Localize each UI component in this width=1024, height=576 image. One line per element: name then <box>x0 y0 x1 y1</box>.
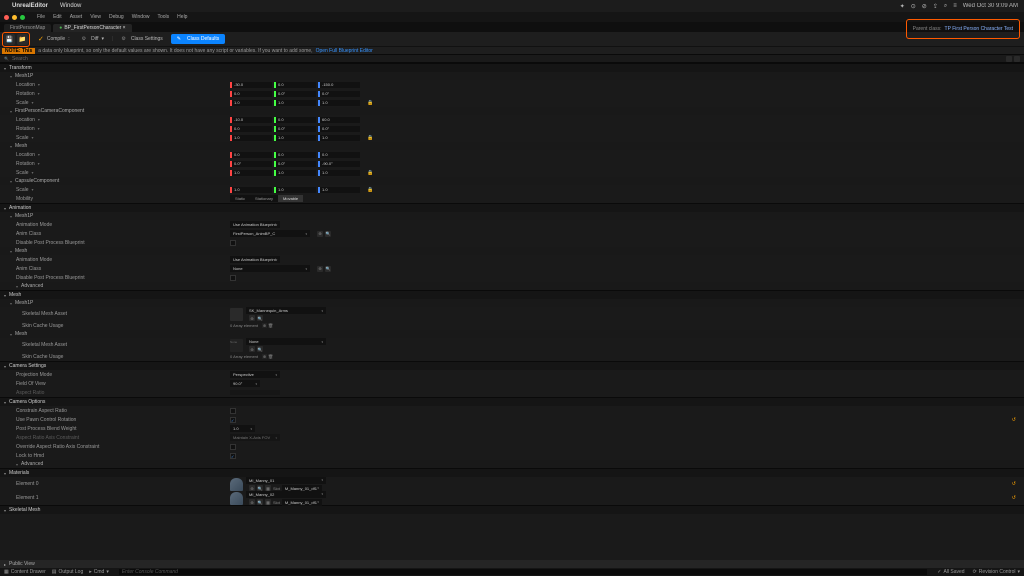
cmd-button[interactable]: ▸ Cmd ▾ <box>89 569 109 575</box>
reset-icon[interactable]: ↺ <box>1012 495 1016 501</box>
status-icon[interactable]: ✦ <box>900 3 905 10</box>
mesh-mesh[interactable]: Mesh <box>0 330 1024 338</box>
clear-icon[interactable]: 🗑 <box>268 323 273 328</box>
anim-mode-combo[interactable]: Use Animation Blueprint <box>230 221 280 228</box>
view-options-icon[interactable] <box>1006 56 1012 62</box>
search-placeholder: Search <box>12 56 28 62</box>
minimize-icon[interactable] <box>12 15 17 20</box>
menu-tools[interactable]: Tools <box>157 14 169 20</box>
lock-icon[interactable]: 🔒 <box>367 187 373 193</box>
row-mobility: Mobility <box>16 196 33 202</box>
clock[interactable]: Wed Oct 30 9:09 AM <box>963 3 1018 9</box>
menu-asset[interactable]: Asset <box>70 14 83 20</box>
row-rotation: Rotation <box>16 91 35 97</box>
checkbox[interactable] <box>230 240 236 246</box>
mobility-selector[interactable]: StaticStationaryMovable <box>230 195 303 202</box>
browse-icon[interactable]: 🔍 <box>325 231 331 237</box>
cat-transform[interactable]: Transform <box>0 63 1024 72</box>
anim-mesh1p[interactable]: Mesh1P <box>0 212 1024 220</box>
comp-capsule[interactable]: CapsuleComponent <box>0 177 1024 185</box>
console-input[interactable]: Enter Console Command <box>119 569 927 575</box>
details-panel[interactable]: Transform Mesh1P Location▾-30.00.0-150.0… <box>0 63 1024 548</box>
cat-animation[interactable]: Animation <box>0 203 1024 212</box>
headphones-icon[interactable]: ⊙ <box>911 3 916 10</box>
location-vector[interactable]: -30.00.0-150.0 <box>230 82 360 88</box>
tab-blueprint[interactable]: ●BP_FirstPersonCharacter × <box>53 24 131 32</box>
class-settings-button[interactable]: Class Settings <box>117 35 166 43</box>
control-center-icon[interactable]: ≡ <box>953 3 957 9</box>
revision-control-button[interactable]: ⟳ Revision Control ▾ <box>973 569 1020 575</box>
menu-window[interactable]: Window <box>132 14 150 20</box>
close-icon[interactable] <box>4 15 9 20</box>
search-icon[interactable]: ⌕ <box>944 3 947 10</box>
details-search[interactable]: Search <box>0 54 1024 63</box>
menu-edit[interactable]: Edit <box>53 14 62 20</box>
mac-window-menu[interactable]: Window <box>60 3 81 9</box>
lock-icon[interactable]: 🔒 <box>367 100 373 106</box>
array-header: 0 Array element⊕🗑 <box>230 323 273 328</box>
all-saved-button[interactable]: ✓ All Saved <box>937 569 964 575</box>
parent-class-link[interactable]: TP First Person Character Test <box>945 26 1013 32</box>
row-location: Location <box>16 82 35 88</box>
blueprint-toolbar: 💾 📁 ✓Compile : Diff ▾ | Class Settings C… <box>0 32 1024 46</box>
browse-icon[interactable]: 📁 <box>17 34 28 45</box>
wifi-icon[interactable]: ⇪ <box>933 3 938 10</box>
public-view-section[interactable]: Public View <box>0 560 1024 568</box>
highlight-box-right: Parent class: TP First Person Character … <box>906 19 1020 39</box>
status-bar: ▦ Content Drawer ▤ Output Log ▸ Cmd ▾ En… <box>0 568 1024 576</box>
tab-map[interactable]: FirstPersonMap <box>4 24 51 32</box>
unreal-menu-bar: File Edit Asset View Debug Window Tools … <box>0 12 1024 22</box>
menu-debug[interactable]: Debug <box>109 14 124 20</box>
cam-advanced[interactable]: Advanced <box>0 460 1024 468</box>
reset-icon[interactable]: ↺ <box>1012 481 1016 487</box>
save-icon[interactable]: 💾 <box>4 34 15 45</box>
menu-file[interactable]: File <box>37 14 45 20</box>
highlight-box-left: 💾 📁 <box>2 32 30 47</box>
class-defaults-button[interactable]: Class Defaults <box>171 34 225 44</box>
rotation-vector[interactable]: 0.00.0°0.0° <box>230 91 360 97</box>
app-name[interactable]: UnrealEditor <box>12 3 48 9</box>
row-scale: Scale <box>16 100 29 106</box>
lock-icon[interactable]: 🔒 <box>367 135 373 141</box>
cat-skeletal-mesh[interactable]: Skeletal Mesh <box>0 505 1024 514</box>
document-tabs: FirstPersonMap ●BP_FirstPersonCharacter … <box>0 22 1024 32</box>
comp-camera[interactable]: FirstPersonCameraComponent <box>0 107 1024 115</box>
anim-mesh[interactable]: Mesh <box>0 247 1024 255</box>
cat-camera-settings[interactable]: Camera Settings <box>0 361 1024 370</box>
status-icon[interactable]: ⊘ <box>922 3 927 10</box>
output-log-button[interactable]: ▤ Output Log <box>52 569 83 575</box>
window-controls <box>4 15 25 20</box>
scale-vector[interactable]: 1.01.01.0 <box>230 100 360 106</box>
anim-advanced[interactable]: Advanced <box>0 282 1024 290</box>
note-badge: NOTE: This <box>2 48 35 54</box>
menu-help[interactable]: Help <box>177 14 187 20</box>
content-drawer-button[interactable]: ▦ Content Drawer <box>4 569 46 575</box>
note-text: a data only blueprint, so only the defau… <box>38 48 312 54</box>
asset-picker[interactable]: SK_Mannequin_Arms⊕🔍 <box>230 307 326 321</box>
menu-view[interactable]: View <box>90 14 101 20</box>
comp-mesh1p[interactable]: Mesh1P <box>0 72 1024 80</box>
use-icon[interactable]: ⊕ <box>317 231 323 237</box>
maximize-icon[interactable] <box>20 15 25 20</box>
cat-materials[interactable]: Materials <box>0 468 1024 477</box>
settings-icon[interactable] <box>1014 56 1020 62</box>
cat-camera-options[interactable]: Camera Options <box>0 397 1024 406</box>
mesh-mesh1p[interactable]: Mesh1P <box>0 299 1024 307</box>
diff-button[interactable]: Diff ▾ <box>78 35 108 43</box>
lock-icon[interactable]: 🔒 <box>367 170 373 176</box>
data-only-note: NOTE: This a data only blueprint, so onl… <box>0 46 1024 54</box>
add-icon[interactable]: ⊕ <box>262 323 267 328</box>
cat-mesh[interactable]: Mesh <box>0 290 1024 299</box>
comp-mesh[interactable]: Mesh <box>0 142 1024 150</box>
asset-thumbnail[interactable] <box>230 308 243 321</box>
footer: Public View ▦ Content Drawer ▤ Output Lo… <box>0 560 1024 576</box>
open-full-editor-link[interactable]: Open Full Blueprint Editor <box>316 48 373 54</box>
macos-menu-bar: UnrealEditor Window ✦ ⊙ ⊘ ⇪ ⌕ ≡ Wed Oct … <box>0 0 1024 12</box>
reset-icon[interactable]: ↺ <box>1012 417 1016 423</box>
parent-class-label: Parent class: <box>913 26 942 32</box>
anim-class-combo[interactable]: FirstPerson_AnimBP_C <box>230 230 310 237</box>
compile-button[interactable]: ✓Compile : <box>34 34 74 44</box>
